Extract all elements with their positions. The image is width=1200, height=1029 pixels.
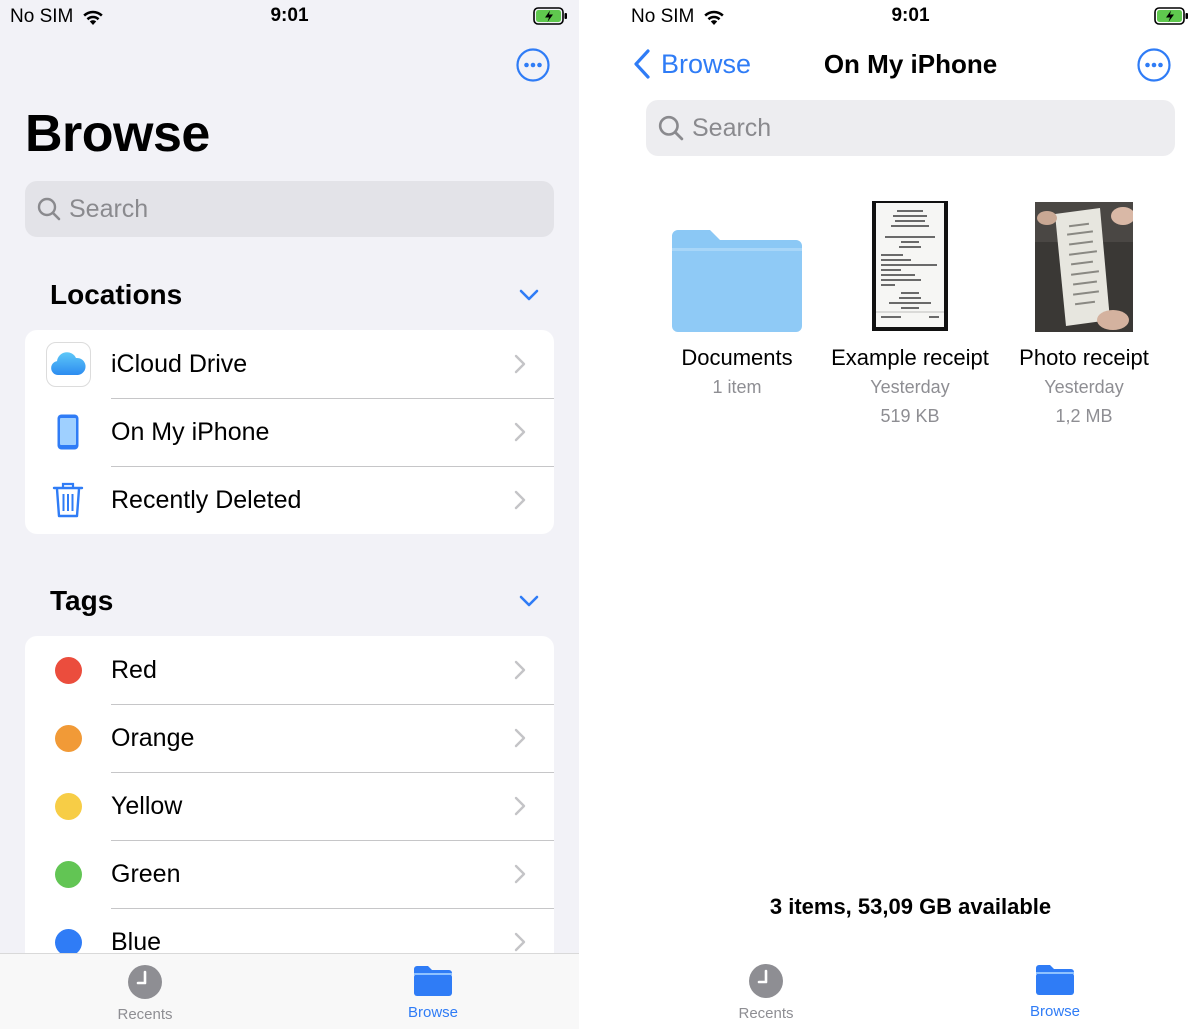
- file-item-documents[interactable]: Documents 1 item: [652, 200, 822, 402]
- tab-browse[interactable]: Browse: [995, 963, 1115, 1020]
- chevron-right-icon: [514, 660, 526, 680]
- more-options-button[interactable]: [516, 48, 550, 82]
- locations-header[interactable]: Locations: [50, 275, 554, 315]
- tags-list: Red Orange Yellow Green Blue: [25, 636, 554, 976]
- chevron-right-icon: [514, 490, 526, 510]
- chevron-down-icon[interactable]: [519, 289, 539, 301]
- file-meta-size: 1,2 MB: [1055, 406, 1113, 426]
- tag-color-dot: [54, 724, 82, 752]
- status-time: 9:01: [891, 5, 930, 26]
- file-meta-size: 519 KB: [880, 406, 940, 426]
- tag-label: Yellow: [111, 791, 183, 820]
- location-label: Recently Deleted: [111, 485, 302, 514]
- search-field[interactable]: Search: [25, 181, 554, 237]
- location-icloud-drive[interactable]: iCloud Drive: [25, 330, 554, 398]
- tab-label: Browse: [407, 1004, 459, 1021]
- file-meta: 1 item: [712, 377, 762, 397]
- file-name: Documents: [681, 345, 793, 370]
- file-name: Example receipt: [831, 345, 989, 370]
- browse-screen: No SIM 9:01 Browse Search Locations iClo…: [0, 0, 579, 1029]
- file-item-photo-receipt[interactable]: Photo receipt Yesterday 1,2 MB: [999, 200, 1169, 431]
- chevron-right-icon: [514, 864, 526, 884]
- tab-label: Recents: [117, 1006, 173, 1023]
- iphone-icon: [57, 414, 79, 450]
- location-on-my-iphone[interactable]: On My iPhone: [25, 398, 554, 466]
- tag-orange[interactable]: Orange: [25, 704, 554, 772]
- tag-yellow[interactable]: Yellow: [25, 772, 554, 840]
- more-options-button[interactable]: [1137, 48, 1171, 82]
- receipt-document-thumbnail: [872, 201, 948, 331]
- tag-color-dot: [54, 656, 82, 684]
- tag-red[interactable]: Red: [25, 636, 554, 704]
- search-placeholder: Search: [692, 113, 772, 142]
- chevron-right-icon: [514, 422, 526, 442]
- trash-icon: [52, 482, 84, 518]
- folder-icon: [414, 966, 452, 996]
- clock-icon: [128, 965, 162, 999]
- tab-bar: Recents Browse: [621, 953, 1200, 1029]
- tab-recents[interactable]: Recents: [85, 964, 205, 1023]
- page-title: On My iPhone: [823, 49, 998, 79]
- status-time: 9:01: [270, 5, 309, 26]
- locations-list: iCloud Drive On My iPhone Recently Delet…: [25, 330, 554, 534]
- tag-color-dot: [54, 860, 82, 888]
- tags-heading: Tags: [50, 585, 114, 616]
- battery-charging-icon: [533, 7, 567, 25]
- tab-browse[interactable]: Browse: [373, 964, 493, 1021]
- chevron-down-icon[interactable]: [519, 595, 539, 607]
- chevron-right-icon: [514, 354, 526, 374]
- tab-label: Recents: [738, 1005, 794, 1022]
- folder-icon: [1036, 965, 1074, 995]
- tag-green[interactable]: Green: [25, 840, 554, 908]
- tag-color-dot: [54, 928, 82, 956]
- file-item-example-receipt[interactable]: Example receipt Yesterday 519 KB: [825, 200, 995, 431]
- location-label: iCloud Drive: [111, 349, 248, 378]
- tab-recents[interactable]: Recents: [706, 963, 826, 1022]
- status-bar: No SIM 9:01: [621, 0, 1200, 34]
- icloud-icon: [45, 341, 91, 387]
- storage-summary: 3 items, 53,09 GB available: [769, 894, 1052, 919]
- status-bar: No SIM 9:01: [0, 0, 579, 34]
- file-meta-date: Yesterday: [1044, 377, 1124, 397]
- page-title: Browse: [25, 105, 210, 163]
- search-icon: [37, 197, 61, 221]
- tag-label: Orange: [111, 723, 195, 752]
- location-recently-deleted[interactable]: Recently Deleted: [25, 466, 554, 534]
- tag-color-dot: [54, 792, 82, 820]
- chevron-right-icon: [514, 728, 526, 748]
- chevron-right-icon: [514, 796, 526, 816]
- location-label: On My iPhone: [111, 417, 270, 446]
- locations-heading: Locations: [50, 279, 183, 310]
- search-placeholder: Search: [69, 194, 149, 223]
- search-icon: [658, 115, 684, 141]
- chevron-right-icon: [514, 932, 526, 952]
- search-field[interactable]: Search: [646, 100, 1175, 156]
- folder-icon: [672, 230, 802, 332]
- tag-label: Red: [111, 655, 157, 684]
- tab-bar: Recents Browse: [0, 953, 579, 1029]
- tag-label: Green: [111, 859, 181, 888]
- tags-header[interactable]: Tags: [50, 581, 554, 621]
- on-my-iphone-screen: No SIM 9:01 Browse On My iPhone Search D…: [621, 0, 1200, 1029]
- tab-label: Browse: [1029, 1003, 1081, 1020]
- file-meta-date: Yesterday: [870, 377, 950, 397]
- file-name: Photo receipt: [1019, 345, 1149, 370]
- battery-charging-icon: [1154, 7, 1188, 25]
- receipt-photo-thumbnail: [1035, 202, 1133, 332]
- clock-icon: [749, 964, 783, 998]
